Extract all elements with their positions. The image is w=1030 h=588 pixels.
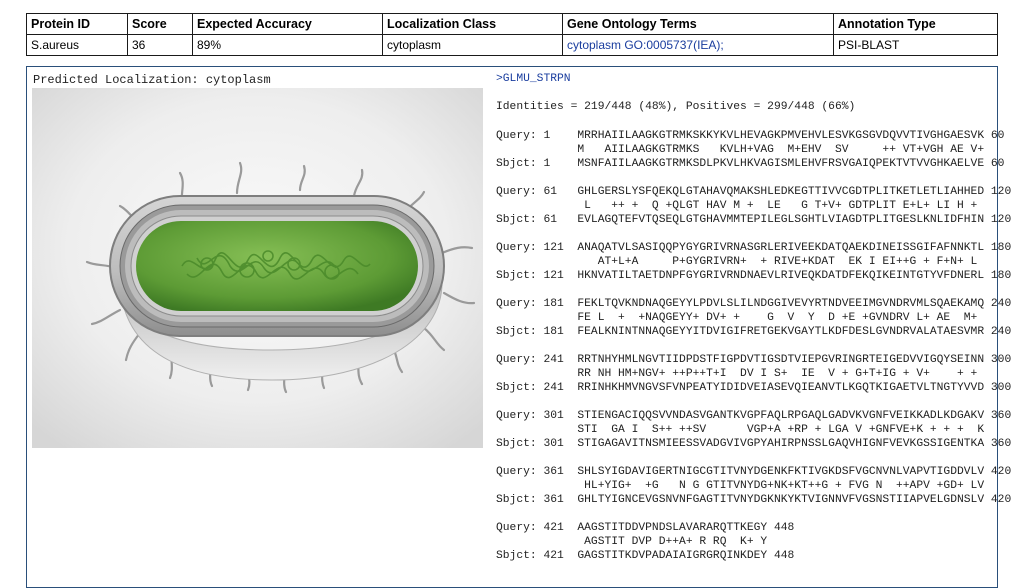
query-line: Query: 121 ANAQATVLSASIQQPYGYGRIVRNASGRL… (496, 242, 1012, 254)
alignment-block: Query: 361 SHLSYIGDAVIGERTNIGCGTITVNYDGE… (496, 465, 1011, 507)
alignment-output: Query: 1 MRRHAIILAAGKGTRMKSKKYKVLHEVAGKP… (496, 129, 1011, 577)
match-line: AGSTIT DVP D++A+ R RQ K+ Y (496, 536, 768, 548)
alignment-block: Query: 241 RRTNHYHMLNGVTIIDPDSTFIGPDVTIG… (496, 353, 1011, 395)
alignment-block: Query: 181 FEKLTQVKNDNAQGEYYLPDVLSLILNDG… (496, 297, 1011, 339)
annotation-type-cell: PSI-BLAST (833, 34, 998, 56)
bacterium-illustration-icon (32, 88, 483, 448)
query-line: Query: 61 GHLGERSLYSFQEKQLGTAHAVQMAKSHLE… (496, 186, 1012, 198)
bacterium-cell-image (32, 88, 483, 448)
alignment-block: Query: 61 GHLGERSLYSFQEKQLGTAHAVQMAKSHLE… (496, 185, 1011, 227)
expected-accuracy-cell: 89% (192, 34, 383, 56)
identities-line: Identities = 219/448 (48%), Positives = … (496, 101, 856, 113)
subject-line: Sbjct: 61 EVLAGQTEFVTQSEQLGTGHAVMMTEPILE… (496, 214, 1012, 226)
sequence-name-link[interactable]: >GLMU_STRPN (496, 73, 571, 85)
subject-line: Sbjct: 241 RRINHKHMVNGVSFVNPEATYIDIDVEIA… (496, 382, 1012, 394)
predicted-localization-label: Predicted Localization: cytoplasm (33, 73, 271, 87)
query-line: Query: 241 RRTNHYHMLNGVTIIDPDSTFIGPDVTIG… (496, 354, 1012, 366)
subject-line: Sbjct: 121 HKNVATILTAETDNPFGYGRIVRNDNAEV… (496, 270, 1012, 282)
subject-line: Sbjct: 181 FEALKNINTNNAQGEYYITDVIGIFRETG… (496, 326, 1012, 338)
column-header-annotation-type: Annotation Type (833, 13, 998, 35)
query-line: Query: 181 FEKLTQVKNDNAQGEYYLPDVLSLILNDG… (496, 298, 1012, 310)
go-terms-link[interactable]: cytoplasm GO:0005737(IEA); (562, 34, 834, 56)
alignment-block: Query: 121 ANAQATVLSASIQQPYGYGRIVRNASGRL… (496, 241, 1011, 283)
alignment-block: Query: 301 STIENGACIQQSVVNDASVGANTKVGPFA… (496, 409, 1011, 451)
column-header-go-terms: Gene Ontology Terms (562, 13, 834, 35)
match-line: M AIILAAGKGTRMKS KVLH+VAG M+EHV SV ++ VT… (496, 144, 985, 156)
column-header-localization-class: Localization Class (382, 13, 563, 35)
match-line: AT+L+A P+GYGRIVRN+ + RIVE+KDAT EK I EI++… (496, 256, 978, 268)
subject-line: Sbjct: 421 GAGSTITKDVPADAIAIGRGRQINKDEY … (496, 550, 795, 562)
score-cell: 36 (127, 34, 193, 56)
localization-class-cell: cytoplasm (382, 34, 563, 56)
match-line: HL+YIG+ +G N G GTITVNYDG+NK+KT++G + FVG … (496, 480, 985, 492)
query-line: Query: 301 STIENGACIQQSVVNDASVGANTKVGPFA… (496, 410, 1012, 422)
column-header-protein-id: Protein ID (26, 13, 128, 35)
column-header-score: Score (127, 13, 193, 35)
table-header-row: Protein ID Score Expected Accuracy Local… (26, 13, 998, 35)
match-line: L ++ + Q +QLGT HAV M + LE G T+V+ GDTPLIT… (496, 200, 978, 212)
match-line: FE L + +NAQGEYY+ DV+ + G V Y D +E +GVNDR… (496, 312, 978, 324)
subject-line: Sbjct: 361 GHLTYIGNCEVGSNVNFGAGTITVNYDGK… (496, 494, 1012, 506)
alignment-block: Query: 1 MRRHAIILAAGKGTRMKSKKYKVLHEVAGKP… (496, 129, 1011, 171)
table-row: S.aureus 36 89% cytoplasm cytoplasm GO:0… (26, 34, 998, 56)
protein-summary-table: Protein ID Score Expected Accuracy Local… (26, 13, 998, 56)
query-line: Query: 361 SHLSYIGDAVIGERTNIGCGTITVNYDGE… (496, 466, 1012, 478)
column-header-expected-accuracy: Expected Accuracy (192, 13, 383, 35)
match-line: STI GA I S++ ++SV VGP+A +RP + LGA V +GNF… (496, 424, 985, 436)
subject-line: Sbjct: 1 MSNFAIILAAGKGTRMKSDLPKVLHKVAGIS… (496, 158, 1005, 170)
subject-line: Sbjct: 301 STIGAGAVITNSMIEESSVADGVIVGPYA… (496, 438, 1012, 450)
match-line: RR NH HM+NGV+ ++P++T+I DV I S+ IE V + G+… (496, 368, 978, 380)
query-line: Query: 421 AAGSTITDDVPNDSLAVARARQTTKEGY … (496, 522, 795, 534)
localization-panel: Predicted Localization: cytoplasm >GLMU_… (26, 66, 1011, 588)
protein-id-cell: S.aureus (26, 34, 128, 56)
query-line: Query: 1 MRRHAIILAAGKGTRMKSKKYKVLHEVAGKP… (496, 130, 1005, 142)
alignment-block: Query: 421 AAGSTITDDVPNDSLAVARARQTTKEGY … (496, 521, 1011, 563)
